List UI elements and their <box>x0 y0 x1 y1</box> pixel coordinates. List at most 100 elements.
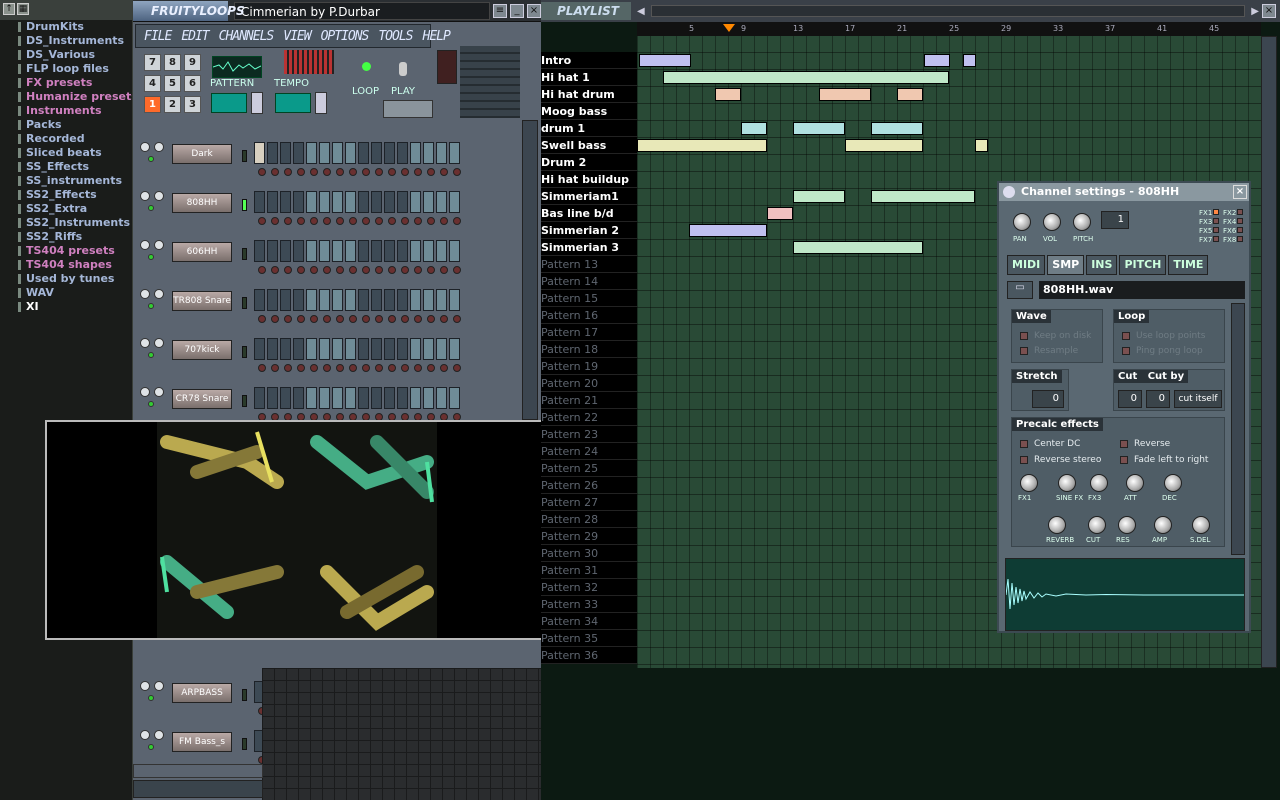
step-button[interactable] <box>423 387 434 409</box>
browser-item[interactable]: DS_Instruments <box>0 34 132 48</box>
pattern-clip[interactable] <box>793 241 923 254</box>
step-button[interactable] <box>449 142 460 164</box>
menu-item-view[interactable]: VIEW <box>283 29 311 44</box>
pattern-clip[interactable] <box>637 139 767 152</box>
step-button[interactable] <box>358 240 369 262</box>
knob-amp[interactable] <box>1154 516 1172 534</box>
browser-item[interactable]: SS2_Riffs <box>0 230 132 244</box>
step-button[interactable] <box>332 387 343 409</box>
playlist-track[interactable]: Hi hat buildup <box>541 171 637 188</box>
pattern-clip[interactable] <box>741 122 767 135</box>
tab-smp[interactable]: SMP <box>1047 255 1085 275</box>
fx-select-box[interactable] <box>1213 218 1219 224</box>
step-button[interactable] <box>254 240 265 262</box>
playlist-track[interactable]: Pattern 32 <box>541 579 637 596</box>
browser-item[interactable]: XI <box>0 300 132 314</box>
step-button[interactable] <box>280 240 291 262</box>
channel-pan-knob[interactable] <box>140 387 150 397</box>
fx-select-box[interactable] <box>1213 227 1219 233</box>
channel-led[interactable] <box>148 401 154 407</box>
settings-scrollbar[interactable] <box>1231 303 1245 555</box>
center-dc-checkbox[interactable] <box>1020 440 1028 448</box>
pattern-pad-7[interactable]: 7 <box>144 54 161 71</box>
channel-name-button[interactable]: TR808 Snare <box>172 291 232 311</box>
playlist-track[interactable]: Hi hat drum <box>541 86 637 103</box>
pattern-pad-8[interactable]: 8 <box>164 54 181 71</box>
pattern-pad-1[interactable]: 1 <box>144 96 161 113</box>
channel-led[interactable] <box>148 205 154 211</box>
knob-sine-fx[interactable] <box>1058 474 1076 492</box>
step-button[interactable] <box>267 338 278 360</box>
playlist-track[interactable]: Pattern 14 <box>541 273 637 290</box>
fx-track-number[interactable]: 1 <box>1101 211 1129 229</box>
browser-item[interactable]: SS_Effects <box>0 160 132 174</box>
pattern-clip[interactable] <box>963 54 976 67</box>
browser-item[interactable]: WAV <box>0 286 132 300</box>
channel-vol-knob[interactable] <box>154 289 164 299</box>
pattern-pad-6[interactable]: 6 <box>184 75 201 92</box>
playlist-close-button[interactable]: × <box>1262 4 1276 18</box>
step-button[interactable] <box>319 142 330 164</box>
channel-pan-knob[interactable] <box>140 681 150 691</box>
step-button[interactable] <box>267 240 278 262</box>
step-button[interactable] <box>384 338 395 360</box>
step-button[interactable] <box>423 338 434 360</box>
playlist-track[interactable]: Pattern 30 <box>541 545 637 562</box>
close-button[interactable]: × <box>527 3 541 18</box>
scroll-left-icon[interactable]: ◀ <box>637 6 645 17</box>
browser-item[interactable]: Used by tunes <box>0 272 132 286</box>
play-switch[interactable] <box>399 62 407 76</box>
playlist-track[interactable]: Pattern 23 <box>541 426 637 443</box>
minimize-button[interactable]: _ <box>510 3 524 18</box>
step-button[interactable] <box>436 289 447 311</box>
step-button[interactable] <box>319 387 330 409</box>
knob-att[interactable] <box>1126 474 1144 492</box>
channel-vol-knob[interactable] <box>154 730 164 740</box>
playlist-track[interactable]: Pattern 36 <box>541 647 637 664</box>
knob-cut[interactable] <box>1088 516 1106 534</box>
step-button[interactable] <box>254 338 265 360</box>
step-button[interactable] <box>293 240 304 262</box>
playlist-track[interactable]: Pattern 21 <box>541 392 637 409</box>
fx-select-box[interactable] <box>1237 209 1243 215</box>
horizontal-scrollbar[interactable] <box>133 764 263 778</box>
playlist-track[interactable]: Bas line b/d <box>541 205 637 222</box>
channel-select-led[interactable] <box>242 346 247 358</box>
step-button[interactable] <box>397 240 408 262</box>
channel-name-button[interactable]: CR78 Snare <box>172 389 232 409</box>
fx-select-box[interactable] <box>1213 236 1219 242</box>
playlist-track[interactable]: drum 1 <box>541 120 637 137</box>
playlist-track[interactable]: Pattern 25 <box>541 460 637 477</box>
knob-pan[interactable] <box>1013 213 1031 231</box>
step-button[interactable] <box>332 191 343 213</box>
channel-select-led[interactable] <box>242 689 247 701</box>
step-button[interactable] <box>306 289 317 311</box>
browser-item[interactable]: Instruments <box>0 104 132 118</box>
step-button[interactable] <box>319 338 330 360</box>
step-button[interactable] <box>449 240 460 262</box>
browser-item[interactable]: Sliced beats <box>0 146 132 160</box>
step-button[interactable] <box>371 387 382 409</box>
tab-pitch[interactable]: PITCH <box>1119 255 1167 275</box>
mixer-sliders[interactable] <box>460 46 520 118</box>
view-buttons[interactable] <box>383 100 433 118</box>
browser-item[interactable]: DrumKits <box>0 20 132 34</box>
playlist-track[interactable]: Simmerian 3 <box>541 239 637 256</box>
pattern-clip[interactable] <box>819 88 871 101</box>
playlist-track[interactable]: Swell bass <box>541 137 637 154</box>
step-button[interactable] <box>358 142 369 164</box>
menu-item-file[interactable]: FILE <box>144 29 172 44</box>
step-button[interactable] <box>293 387 304 409</box>
fx-select-box[interactable] <box>1237 236 1243 242</box>
step-button[interactable] <box>345 191 356 213</box>
step-button[interactable] <box>306 191 317 213</box>
keep-on-disk-checkbox[interactable] <box>1020 332 1028 340</box>
playlist-track[interactable]: Pattern 34 <box>541 613 637 630</box>
reverse-stereo-checkbox[interactable] <box>1020 456 1028 464</box>
pattern-pad-5[interactable]: 5 <box>164 75 181 92</box>
browser-item[interactable]: TS404 presets <box>0 244 132 258</box>
step-button[interactable] <box>436 191 447 213</box>
browser-item[interactable]: Recorded <box>0 132 132 146</box>
playlist-track[interactable]: Pattern 15 <box>541 290 637 307</box>
folder-icon[interactable]: ▭ <box>1007 281 1033 299</box>
